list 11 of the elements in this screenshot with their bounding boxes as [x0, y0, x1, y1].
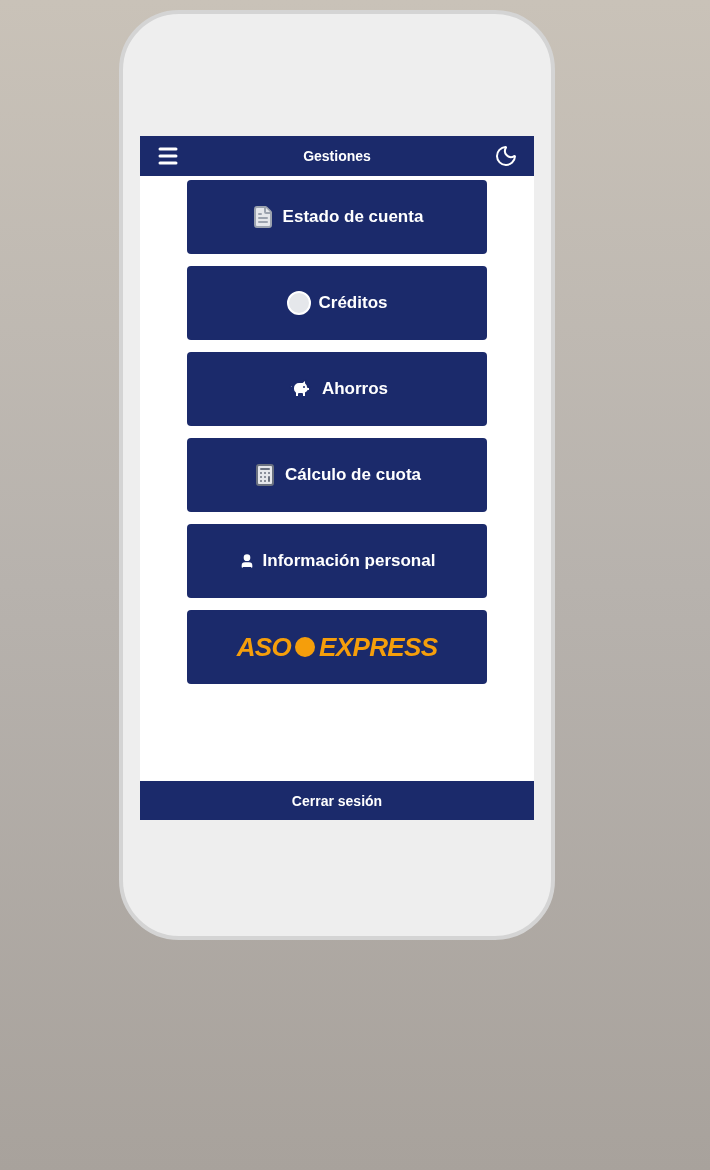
- brand-logo: ASO EXPRESS: [236, 630, 438, 664]
- menu-button[interactable]: Ahorros: [187, 352, 487, 426]
- moon-icon[interactable]: [494, 144, 518, 168]
- logo-button[interactable]: ASO EXPRESS: [187, 610, 487, 684]
- logout-button[interactable]: Cerrar sesión: [140, 781, 534, 820]
- header-title: Gestiones: [303, 147, 371, 166]
- menu-button[interactable]: Estado de cuenta: [187, 180, 487, 254]
- menu-button[interactable]: Créditos: [187, 266, 487, 340]
- menu-button[interactable]: Cálculo de cuota: [187, 438, 487, 512]
- calculator-icon: [253, 461, 277, 489]
- menu-button[interactable]: Información personal: [187, 524, 487, 598]
